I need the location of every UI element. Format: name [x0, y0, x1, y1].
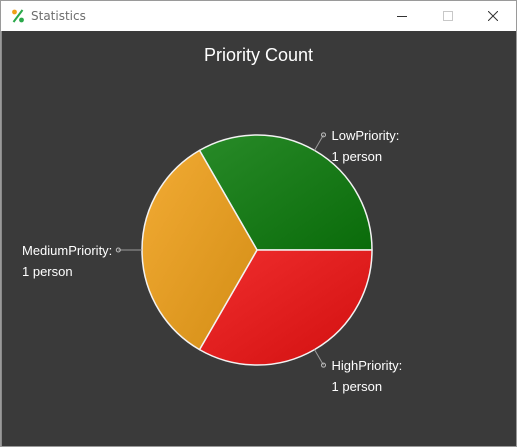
percent-icon: [12, 9, 24, 23]
slice-label-lowpriority: LowPriority:: [332, 128, 400, 143]
leader-line-highpriority: [314, 349, 324, 366]
slice-value-highpriority: 1 person: [332, 379, 383, 394]
slice-label-highpriority: HighPriority:: [332, 358, 403, 373]
close-icon: [488, 11, 498, 21]
slice-label-mediumpriority: MediumPriority:: [22, 243, 112, 258]
minimize-button[interactable]: [379, 1, 425, 31]
title-bar[interactable]: Statistics: [1, 1, 516, 31]
leader-line-lowpriority: [314, 134, 324, 151]
slice-value-mediumpriority: 1 person: [22, 264, 73, 279]
window-left-edge: [1, 31, 2, 446]
maximize-button[interactable]: [425, 1, 471, 31]
pie-chart: LowPriority: 1 person HighPriority: 1 perso…: [22, 128, 403, 394]
close-button[interactable]: [470, 1, 516, 31]
maximize-icon: [443, 11, 453, 21]
window-title: Statistics: [31, 9, 86, 23]
statistics-window: Statistics Priority Count LowPriority: 1 …: [0, 0, 517, 447]
slice-value-lowpriority: 1 person: [332, 149, 383, 164]
minimize-icon: [397, 16, 407, 17]
chart-area: Priority Count LowPriority: 1 person HighP…: [1, 31, 516, 446]
